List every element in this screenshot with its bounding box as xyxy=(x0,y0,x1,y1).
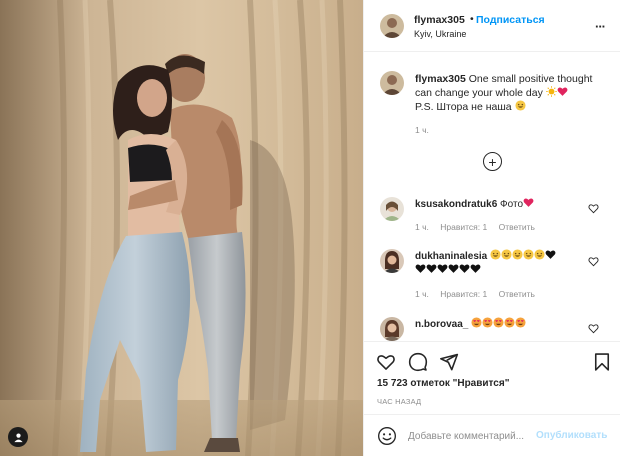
save-bookmark-icon[interactable] xyxy=(592,352,612,372)
follow-button[interactable]: Подписаться xyxy=(476,14,545,26)
black-heart-emoji-icon xyxy=(470,264,481,273)
comment-meta: 1 ч. Нравится: 1 Ответить xyxy=(415,289,544,299)
emoji-row xyxy=(471,317,526,330)
grinning-sweat-emoji-icon xyxy=(523,249,534,260)
post-photo[interactable] xyxy=(0,0,363,456)
separator-dot: • xyxy=(470,13,474,25)
reply-button[interactable]: Ответить xyxy=(499,222,535,232)
reply-button[interactable]: Ответить xyxy=(499,289,535,299)
comment-username[interactable]: ksusakondratuk6 xyxy=(415,199,497,210)
comment-like-heart-icon[interactable] xyxy=(588,203,599,214)
black-heart-emoji-icon xyxy=(437,264,448,273)
post-sidebar: flymax305 • Подписаться Kyiv, Ukraine ··… xyxy=(363,0,620,456)
tagged-users-button[interactable] xyxy=(8,427,28,447)
comment-text: ksusakondratuk6 Фото xyxy=(415,197,587,211)
comment-text: dukhaninalesia xyxy=(415,249,587,277)
like-heart-icon[interactable] xyxy=(376,352,396,372)
user-tag-icon xyxy=(13,433,23,442)
load-more-comments-icon[interactable]: + xyxy=(483,152,502,171)
post-header: flymax305 • Подписаться Kyiv, Ukraine ··… xyxy=(364,0,620,52)
comment-meta: 1 ч. Нравится: 1 Ответить xyxy=(415,222,544,232)
black-heart-emoji-icon xyxy=(545,250,556,259)
comment-username[interactable]: dukhaninalesia xyxy=(415,251,487,262)
black-heart-emoji-icon xyxy=(415,264,426,273)
heart-eyes-emoji-icon xyxy=(493,317,504,328)
likes-count[interactable]: 15 723 отметок "Нравится" xyxy=(377,378,509,389)
comment-likes-count[interactable]: Нравится: 1 xyxy=(440,289,487,299)
black-heart-emoji-icon xyxy=(448,264,459,273)
heart-eyes-emoji-icon xyxy=(504,317,515,328)
sun-emoji-icon xyxy=(546,86,557,97)
caption-time: 1 ч. xyxy=(415,125,429,135)
comment-like-heart-icon[interactable] xyxy=(588,256,599,267)
comment-body: Фото xyxy=(500,199,524,210)
comment-input[interactable] xyxy=(408,428,536,444)
grinning-sweat-emoji-icon xyxy=(534,249,545,260)
author-username[interactable]: flymax305 xyxy=(414,14,465,26)
author-avatar[interactable] xyxy=(380,14,404,38)
comment-like-heart-icon[interactable] xyxy=(588,323,599,334)
more-options-icon[interactable]: ··· xyxy=(592,18,608,34)
comment-text: n.borovaa_ xyxy=(415,317,587,331)
grinning-sweat-emoji-icon xyxy=(490,249,501,260)
heart-eyes-emoji-icon xyxy=(515,317,526,328)
couple-photo-image xyxy=(0,0,363,456)
grinning-sweat-emoji-icon xyxy=(515,100,526,111)
caption-author-avatar[interactable] xyxy=(380,71,404,95)
emoji-picker-icon[interactable] xyxy=(377,426,397,446)
comment-username[interactable]: n.borovaa_ xyxy=(415,319,468,330)
black-heart-emoji-icon xyxy=(459,264,470,273)
comment-avatar[interactable] xyxy=(380,197,404,221)
heart-eyes-emoji-icon xyxy=(471,317,482,328)
heart-eyes-emoji-icon xyxy=(482,317,493,328)
comment-bubble-icon[interactable] xyxy=(408,352,428,372)
add-comment-bar: Опубликовать xyxy=(364,414,620,456)
post-actions: 15 723 отметок "Нравится" ЧАС НАЗАД xyxy=(364,341,620,414)
black-heart-emoji-icon xyxy=(426,264,437,273)
post-timestamp: ЧАС НАЗАД xyxy=(377,397,422,406)
red-heart-emoji-icon xyxy=(557,87,568,96)
comment-time: 1 ч. xyxy=(415,222,429,232)
caption-postscript: P.S. Штора не наша xyxy=(415,101,512,113)
comment-avatar[interactable] xyxy=(380,317,404,341)
grinning-sweat-emoji-icon xyxy=(501,249,512,260)
comment-likes-count[interactable]: Нравится: 1 xyxy=(440,222,487,232)
red-heart-emoji-icon xyxy=(523,198,534,207)
share-paper-plane-icon[interactable] xyxy=(439,352,459,372)
caption-username[interactable]: flymax305 xyxy=(415,73,466,85)
comment-avatar[interactable] xyxy=(380,249,404,273)
post-caption: flymax305 One small positive thought can… xyxy=(415,72,607,114)
post-location[interactable]: Kyiv, Ukraine xyxy=(414,29,466,39)
grinning-sweat-emoji-icon xyxy=(512,249,523,260)
publish-button[interactable]: Опубликовать xyxy=(536,430,607,441)
comments-list[interactable]: flymax305 One small positive thought can… xyxy=(364,53,620,341)
comment-time: 1 ч. xyxy=(415,289,429,299)
